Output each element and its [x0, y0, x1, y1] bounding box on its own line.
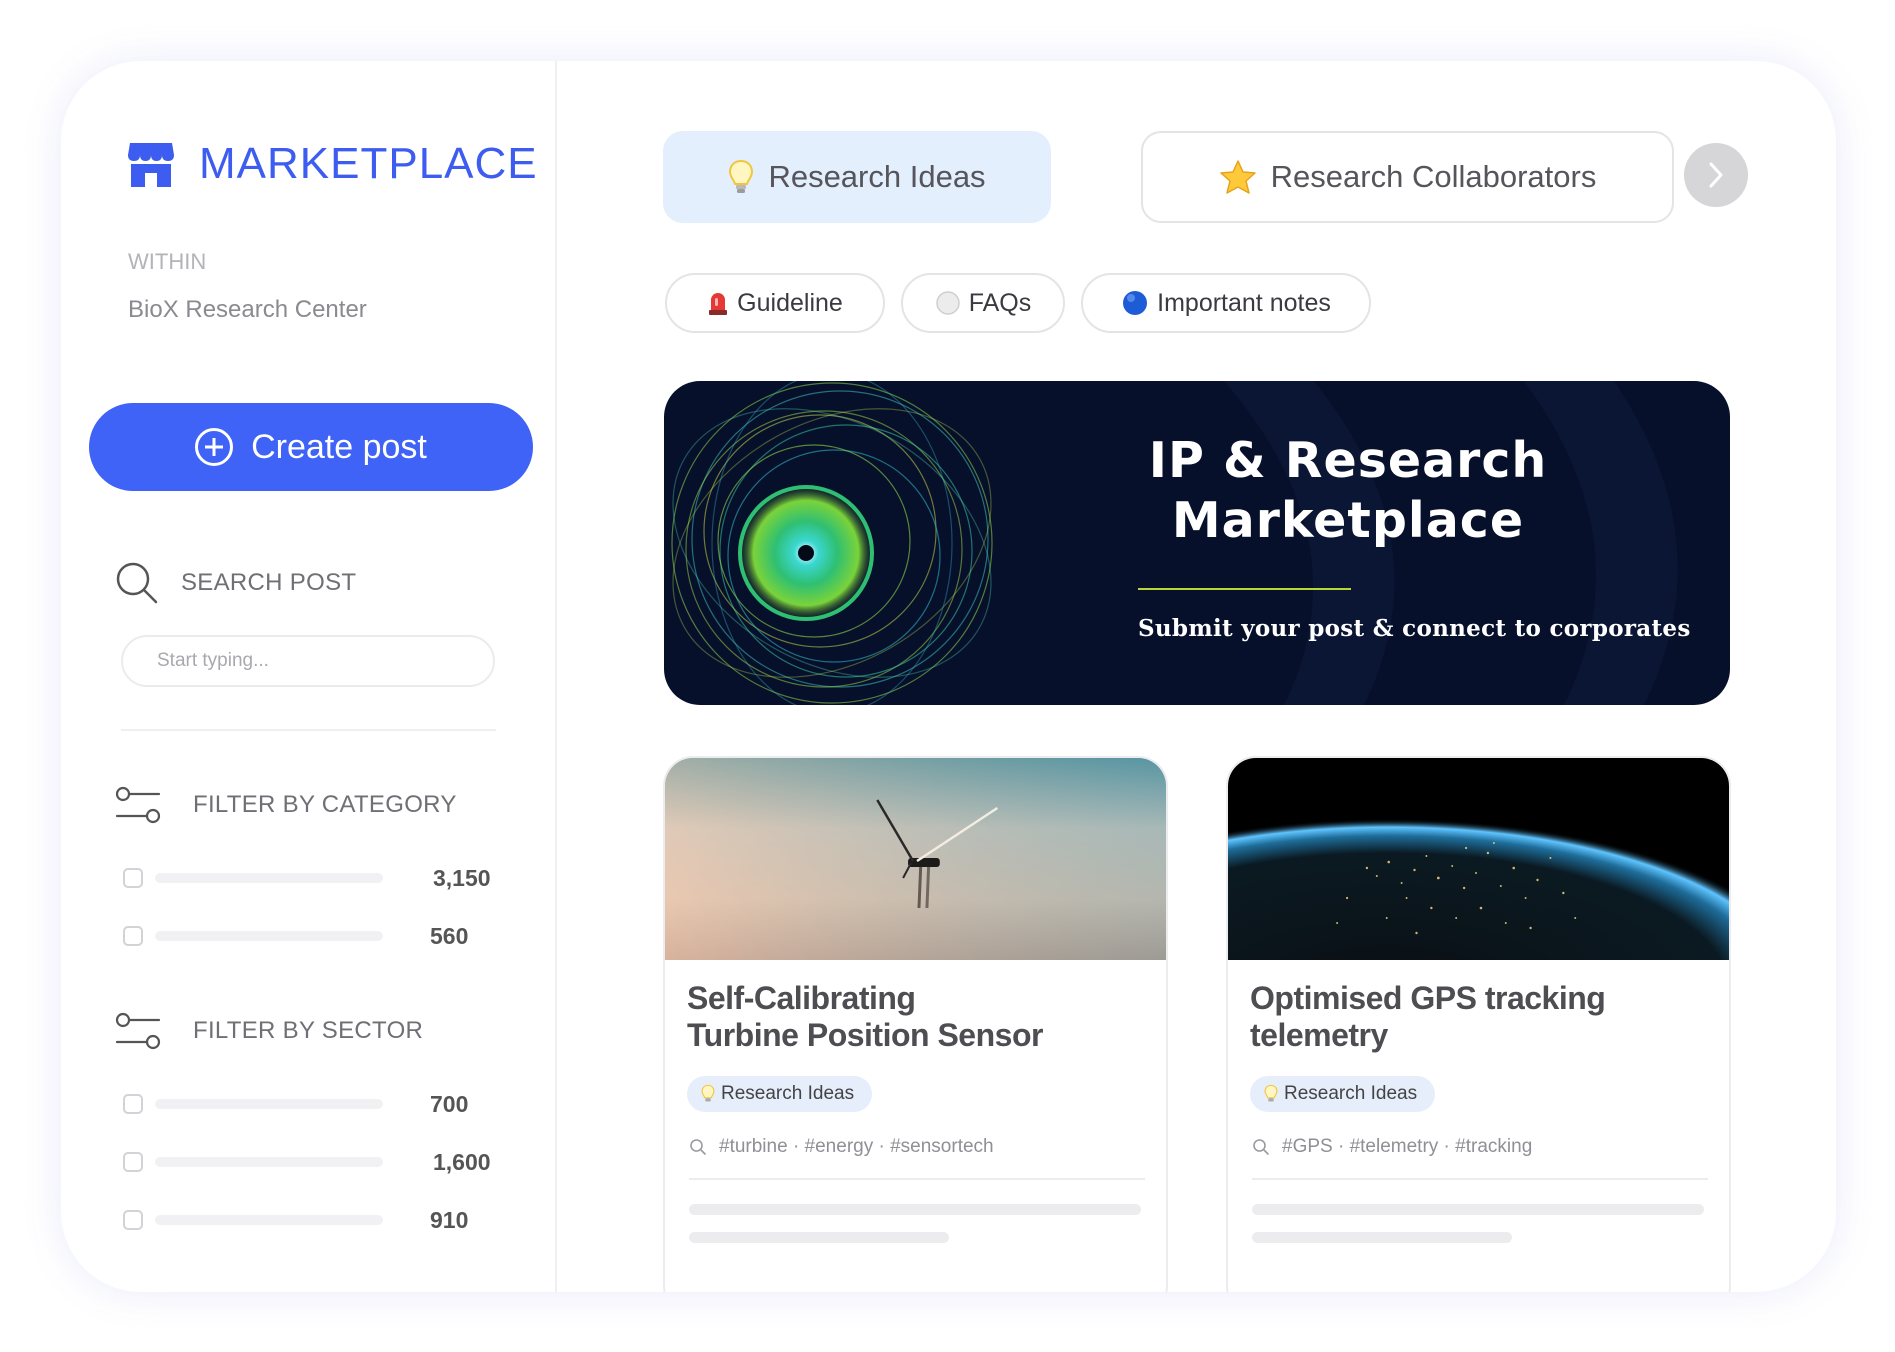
within-label: WITHIN [128, 249, 207, 274]
earth-night-image [1228, 758, 1729, 960]
post-tags: #GPS · #telemetry · #tracking [1252, 1136, 1532, 1158]
text-placeholder [1252, 1232, 1512, 1243]
checkbox[interactable] [123, 926, 143, 946]
main-content: Research Ideas Research Collaborators Gu… [555, 61, 1836, 1292]
card-divider [1252, 1178, 1708, 1180]
search-post-label: SEARCH POST [181, 569, 357, 596]
post-title-line: telemetry [1250, 1017, 1388, 1053]
search-input[interactable] [121, 635, 495, 687]
post-title-line: Optimised GPS tracking [1250, 980, 1606, 1016]
storefront-icon [128, 143, 174, 187]
post-title-line: Turbine Position Sensor [687, 1017, 1043, 1053]
sidebar-divider [121, 729, 496, 731]
guideline-pill[interactable]: Guideline [665, 273, 885, 333]
banner-title-line: Marketplace [1171, 492, 1525, 549]
blue-circle-icon [1123, 291, 1148, 315]
filter-category-header: FILTER BY CATEGORY [115, 785, 457, 825]
tab-label: Research Collaborators [1270, 159, 1597, 194]
important-notes-pill[interactable]: Important notes [1081, 273, 1371, 333]
create-post-button[interactable]: Create post [89, 403, 533, 491]
faqs-pill[interactable]: FAQs [901, 273, 1065, 333]
category-badge: Research Ideas [687, 1076, 873, 1112]
text-placeholder [689, 1232, 949, 1243]
post-tags: #turbine · #energy · #sensortech [689, 1136, 994, 1158]
post-title-line: Self-Calibrating [687, 980, 916, 1016]
brand[interactable]: MARKETPLACE [127, 139, 538, 189]
option-count: 1,600 [433, 1148, 491, 1175]
option-count: 910 [430, 1206, 469, 1233]
tags-text: #GPS · #telemetry · #tracking [1282, 1136, 1533, 1157]
tags-text: #turbine · #energy · #sensortech [719, 1136, 994, 1157]
option-label-placeholder [155, 931, 383, 941]
banner-divider [1138, 588, 1351, 590]
filter-sliders-icon [115, 1012, 161, 1050]
text-placeholder [689, 1204, 1141, 1215]
option-label-placeholder [155, 873, 383, 883]
option-label-placeholder [155, 1215, 383, 1225]
white-circle-icon [935, 291, 960, 315]
lightbulb-icon [701, 1084, 715, 1102]
post-title: Self-Calibrating Turbine Position Sensor [687, 980, 1147, 1054]
checkbox[interactable] [123, 1210, 143, 1230]
sector-filter-option[interactable]: 1,600 [123, 1148, 493, 1176]
badge-label: Research Ideas [1284, 1083, 1418, 1104]
banner-title-line: IP & Research [1148, 432, 1548, 489]
star-icon [1219, 160, 1256, 194]
brand-title: MARKETPLACE [199, 139, 538, 188]
sector-filter-option[interactable]: 700 [123, 1090, 493, 1118]
option-count: 700 [430, 1090, 469, 1117]
checkbox[interactable] [123, 868, 143, 888]
siren-icon [709, 293, 728, 315]
search-icon [116, 562, 158, 604]
organization-name: BioX Research Center [128, 296, 367, 323]
marketplace-app: MARKETPLACE WITHIN BioX Research Center … [61, 61, 1836, 1292]
badge-label: Research Ideas [721, 1083, 855, 1104]
option-count: 3,150 [433, 864, 491, 891]
tab-research-ideas[interactable]: Research Ideas [663, 131, 1051, 223]
filter-category-label: FILTER BY CATEGORY [193, 791, 457, 818]
search-icon [1253, 1139, 1269, 1155]
pill-label: Important notes [1157, 288, 1331, 317]
filter-sector-header: FILTER BY SECTOR [115, 1011, 423, 1051]
category-badge: Research Ideas [1250, 1076, 1436, 1112]
post-card[interactable]: Self-Calibrating Turbine Position Sensor… [663, 756, 1168, 1292]
tab-research-collaborators[interactable]: Research Collaborators [1141, 131, 1674, 223]
tab-label: Research Ideas [768, 159, 986, 194]
banner-subtitle: Submit your post & connect to corporates [1138, 615, 1691, 642]
pill-label: Guideline [737, 288, 843, 317]
next-tabs-button[interactable] [1684, 143, 1748, 207]
category-filter-option[interactable]: 3,150 [123, 864, 493, 892]
create-post-label: Create post [251, 427, 427, 466]
sidebar: MARKETPLACE WITHIN BioX Research Center … [61, 61, 557, 1292]
filter-sector-label: FILTER BY SECTOR [193, 1017, 424, 1044]
text-placeholder [1252, 1204, 1704, 1215]
post-title: Optimised GPS tracking telemetry [1250, 980, 1710, 1054]
checkbox[interactable] [123, 1152, 143, 1172]
option-count: 560 [430, 922, 469, 949]
lightbulb-icon [729, 159, 754, 193]
lightbulb-icon [1264, 1084, 1278, 1102]
marketplace-banner[interactable]: IP & Research Marketplace Submit your po… [664, 381, 1730, 705]
filter-sliders-icon [115, 786, 161, 824]
sector-filter-option[interactable]: 910 [123, 1206, 493, 1234]
option-label-placeholder [155, 1157, 383, 1167]
wind-turbine-image [665, 758, 1166, 960]
chevron-right-icon [1709, 162, 1723, 188]
plus-circle-icon [195, 428, 234, 466]
banner-title: IP & Research Marketplace [1138, 431, 1558, 551]
option-label-placeholder [155, 1099, 383, 1109]
post-card[interactable]: Optimised GPS tracking telemetry Researc… [1226, 756, 1731, 1292]
checkbox[interactable] [123, 1094, 143, 1114]
card-divider [689, 1178, 1145, 1180]
category-filter-option[interactable]: 560 [123, 922, 493, 950]
search-icon [690, 1139, 706, 1155]
search-post-header: SEARCH POST [115, 561, 356, 605]
pill-label: FAQs [968, 288, 1032, 317]
